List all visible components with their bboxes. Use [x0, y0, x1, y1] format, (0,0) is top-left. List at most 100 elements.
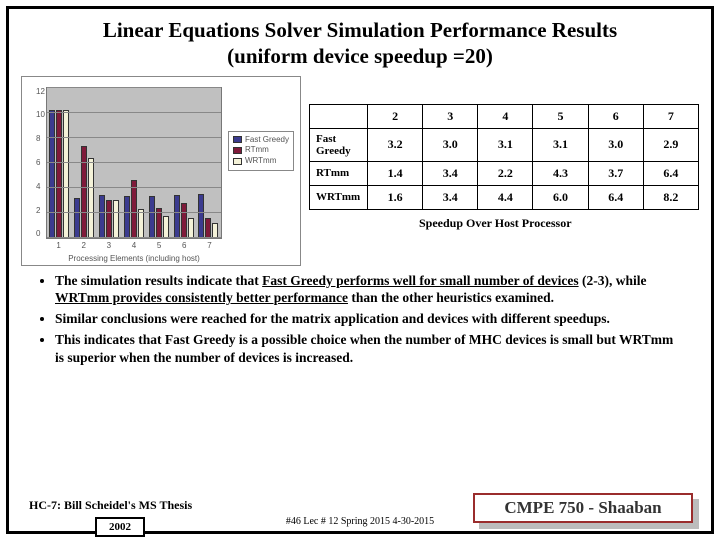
table-cell: 2.2 — [478, 161, 533, 185]
chart-bar — [49, 110, 55, 238]
table-col-header: 4 — [478, 104, 533, 128]
chart-legend-label: WRTmm — [245, 156, 276, 167]
table-col-header: 3 — [423, 104, 478, 128]
chart-bar — [63, 110, 69, 238]
table-cell: 3.4 — [423, 185, 478, 209]
table-row-header: WRTmm — [310, 185, 368, 209]
chart-bar — [212, 223, 218, 238]
chart-bar — [81, 146, 87, 237]
chart-bar — [181, 203, 187, 238]
chart-ytick: 12 — [36, 87, 44, 96]
table-cell: 4.3 — [533, 161, 588, 185]
chart-ytick: 4 — [36, 182, 44, 191]
table-cell: 6.4 — [588, 185, 643, 209]
chart-legend-row: RTmm — [233, 145, 289, 156]
upper-row: Execution time(s) 024681012 1234567 Proc… — [21, 76, 699, 266]
table-col-header: 5 — [533, 104, 588, 128]
chart-xtick: 3 — [107, 241, 111, 251]
chart-yticks: 0 2 4 6 8 10 12 — [36, 87, 44, 239]
table-cell: 1.4 — [368, 161, 423, 185]
chart-plot-area — [46, 87, 222, 239]
chart-bar — [124, 196, 130, 237]
chart-bar — [149, 196, 155, 237]
chart-bar-group — [124, 88, 144, 238]
year-box: 2002 — [95, 517, 145, 537]
table-cell: 3.1 — [533, 128, 588, 161]
table-cell: 3.1 — [478, 128, 533, 161]
chart-bar — [113, 200, 119, 238]
table-caption: Speedup Over Host Processor — [419, 216, 699, 231]
chart-bar — [188, 218, 194, 238]
chart-bar — [99, 195, 105, 238]
table-row: Fast Greedy3.23.03.13.13.02.9 — [310, 128, 699, 161]
chart-bar — [131, 180, 137, 238]
table-row-header: RTmm — [310, 161, 368, 185]
table-cell: 6.4 — [643, 161, 698, 185]
chart-xtick: 5 — [157, 241, 161, 251]
table-cell: 3.0 — [423, 128, 478, 161]
chart-bar — [174, 195, 180, 238]
table-col-header: 2 — [368, 104, 423, 128]
bullet-list: The simulation results indicate that Fas… — [55, 272, 685, 366]
chart-legend-label: RTmm — [245, 145, 269, 156]
course-box: CMPE 750 - Shaaban — [473, 493, 693, 523]
table-cell: 3.7 — [588, 161, 643, 185]
chart-bar-group — [99, 88, 119, 238]
table-cell: 4.4 — [478, 185, 533, 209]
slide-frame: Linear Equations Solver Simulation Perfo… — [6, 6, 714, 534]
chart-bar-group — [198, 88, 218, 238]
chart-bar — [163, 216, 169, 237]
lecture-footer: #46 Lec # 12 Spring 2015 4-30-2015 — [286, 516, 434, 527]
chart-bar-group — [74, 88, 94, 238]
bullet-2: Similar conclusions were reached for the… — [55, 310, 685, 327]
chart-ytick: 10 — [36, 110, 44, 119]
chart-xticks: 1 2 3 4 5 6 7 — [46, 241, 222, 251]
chart-xtick: 7 — [207, 241, 211, 251]
table-col-header: 6 — [588, 104, 643, 128]
table-row: RTmm1.43.42.24.33.76.4 — [310, 161, 699, 185]
chart-legend: Fast GreedyRTmmWRTmm — [228, 131, 294, 171]
chart-bars — [47, 88, 221, 238]
chart-xtick: 4 — [132, 241, 136, 251]
table-cell: 3.0 — [588, 128, 643, 161]
chart-bar — [88, 158, 94, 238]
chart-ytick: 6 — [36, 158, 44, 167]
table-cell: 2.9 — [643, 128, 698, 161]
chart-ytick: 2 — [36, 206, 44, 215]
chart-legend-row: WRTmm — [233, 156, 289, 167]
chart-ytick: 0 — [36, 229, 44, 238]
chart-xtick: 6 — [182, 241, 186, 251]
speedup-table-wrap: 234567 Fast Greedy3.23.03.13.13.02.9RTmm… — [309, 76, 699, 266]
chart-legend-row: Fast Greedy — [233, 135, 289, 146]
table-row-header: Fast Greedy — [310, 128, 368, 161]
table-col-header: 7 — [643, 104, 698, 128]
chart-legend-swatch — [233, 147, 242, 154]
table-cell: 1.6 — [368, 185, 423, 209]
chart-xlabel: Processing Elements (including host) — [46, 254, 222, 263]
chart-legend-swatch — [233, 158, 242, 165]
table-corner — [310, 104, 368, 128]
table-cell: 3.2 — [368, 128, 423, 161]
chart-bar-group — [149, 88, 169, 238]
table-cell: 3.4 — [423, 161, 478, 185]
page-title: Linear Equations Solver Simulation Perfo… — [21, 17, 699, 70]
chart-legend-swatch — [233, 136, 242, 143]
chart-bar — [205, 218, 211, 238]
thesis-credit: HC-7: Bill Scheidel's MS Thesis — [29, 498, 192, 513]
chart-bar-group — [174, 88, 194, 238]
chart-legend-label: Fast Greedy — [245, 135, 289, 146]
chart-bar — [198, 194, 204, 238]
chart-xtick: 1 — [56, 241, 60, 251]
bullet-1: The simulation results indicate that Fas… — [55, 272, 685, 307]
exec-time-chart: Execution time(s) 024681012 1234567 Proc… — [21, 76, 301, 266]
speedup-table: 234567 Fast Greedy3.23.03.13.13.02.9RTmm… — [309, 104, 699, 210]
table-cell: 6.0 — [533, 185, 588, 209]
chart-ytick: 8 — [36, 134, 44, 143]
chart-bar — [106, 200, 112, 238]
table-cell: 8.2 — [643, 185, 698, 209]
chart-bar-group — [49, 88, 69, 238]
chart-xtick: 2 — [81, 241, 85, 251]
chart-bar — [56, 110, 62, 238]
bullet-3: This indicates that Fast Greedy is a pos… — [55, 331, 685, 366]
table-row: WRTmm1.63.44.46.06.48.2 — [310, 185, 699, 209]
